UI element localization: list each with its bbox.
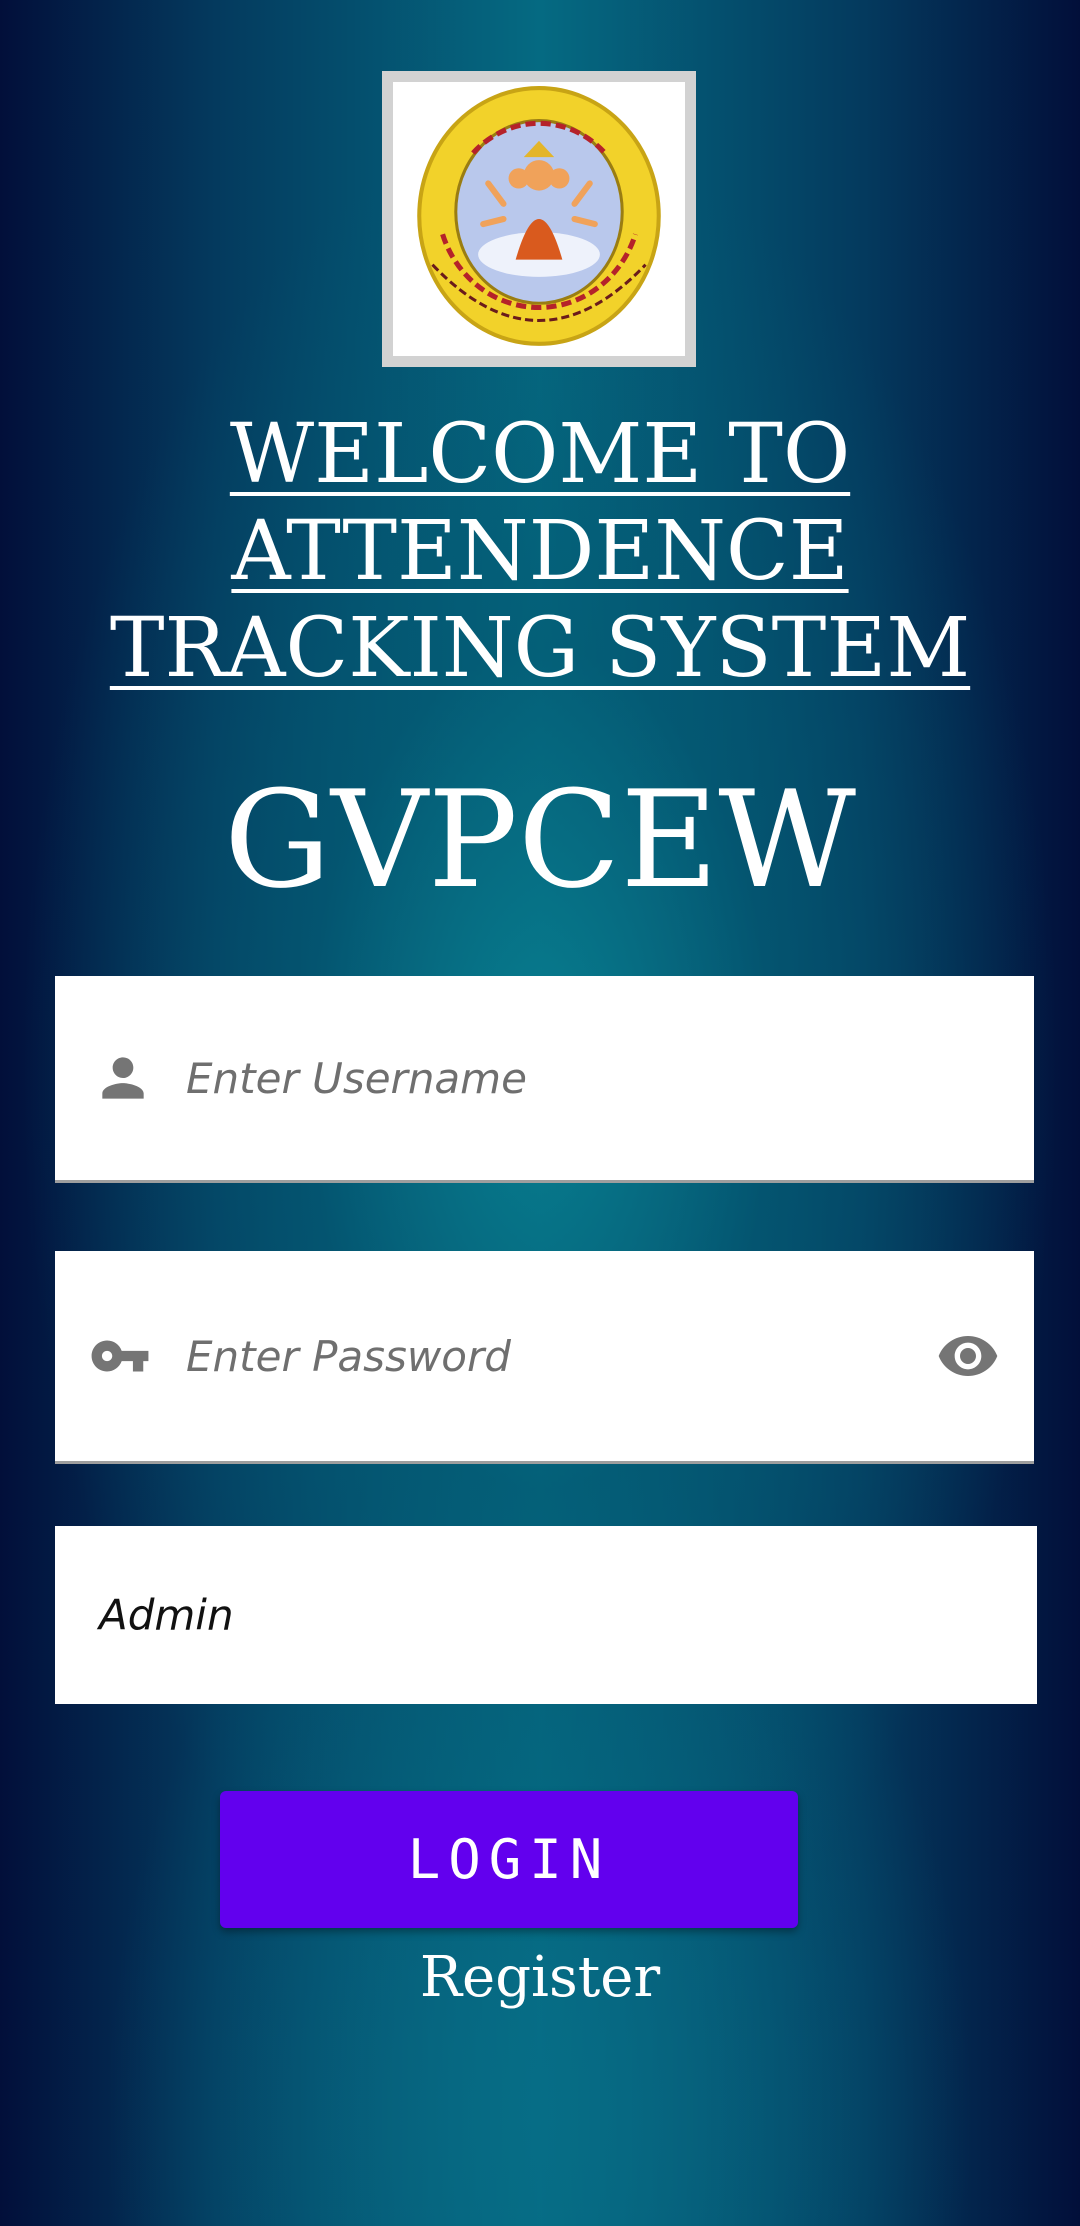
brand-name: GVPCEW xyxy=(223,762,857,918)
password-field[interactable] xyxy=(55,1251,1034,1464)
role-selected-value: Admin xyxy=(99,1590,234,1640)
eye-icon[interactable] xyxy=(936,1324,1000,1388)
welcome-title: WELCOME TO ATTENDENCE TRACKING SYSTEM xyxy=(109,407,971,696)
college-emblem-icon xyxy=(417,86,661,346)
login-button[interactable]: LOGIN xyxy=(220,1791,798,1928)
username-field[interactable] xyxy=(55,976,1034,1183)
register-link[interactable]: Register xyxy=(0,1943,1080,2013)
person-icon xyxy=(92,1047,154,1109)
username-input[interactable] xyxy=(186,1038,886,1118)
password-input[interactable] xyxy=(186,1316,886,1396)
college-logo-frame xyxy=(382,71,696,367)
role-select[interactable]: Admin xyxy=(55,1526,1037,1704)
key-icon xyxy=(89,1325,151,1387)
college-logo xyxy=(393,82,685,356)
